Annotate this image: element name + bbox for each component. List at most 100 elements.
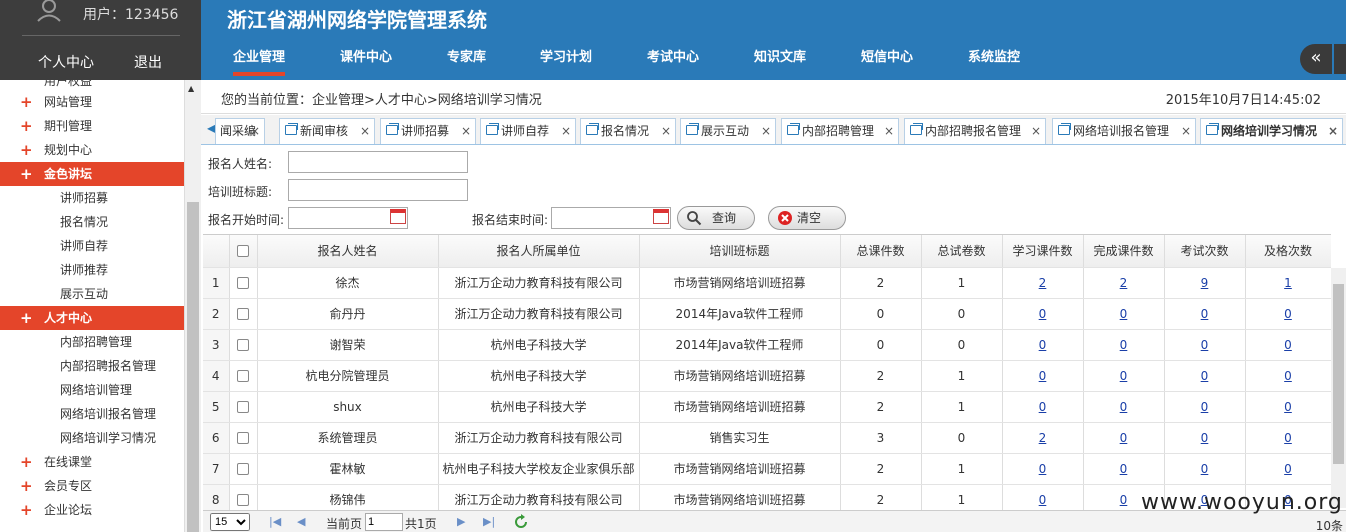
nav-knowledge[interactable]: 知识文库 (754, 46, 806, 76)
last-page-icon[interactable]: ▶| (483, 515, 495, 528)
cell-passed[interactable]: 1 (1245, 267, 1331, 299)
count-link[interactable]: 0 (1284, 400, 1292, 414)
tab-lecturer-self[interactable]: 讲师自荐 × (480, 118, 576, 144)
select-all-checkbox-cell[interactable] (229, 235, 258, 268)
row-checkbox[interactable] (237, 432, 249, 444)
count-link[interactable]: 0 (1120, 369, 1128, 383)
cell-completed[interactable]: 0 (1083, 391, 1165, 423)
first-page-icon[interactable]: |◀ (269, 515, 281, 528)
count-link[interactable]: 0 (1201, 369, 1209, 383)
collapse-button[interactable]: « (1300, 44, 1332, 74)
count-link[interactable]: 0 (1039, 307, 1047, 321)
grid-scrollbar[interactable] (1331, 268, 1346, 508)
count-link[interactable]: 0 (1284, 462, 1292, 476)
sidebar-subitem[interactable]: 内部招聘管理 (60, 330, 132, 354)
close-icon[interactable]: × (761, 119, 771, 143)
count-link[interactable]: 0 (1039, 462, 1047, 476)
row-checkbox-cell[interactable] (229, 422, 258, 454)
count-link[interactable]: 0 (1284, 338, 1292, 352)
count-link[interactable]: 0 (1201, 431, 1209, 445)
search-button[interactable]: 查询 (677, 206, 755, 230)
sidebar-subitem[interactable]: 报名情况 (60, 210, 108, 234)
scrollbar-thumb[interactable] (187, 202, 199, 532)
column-header[interactable]: 学习课件数 (1002, 235, 1084, 268)
cell-completed[interactable]: 0 (1083, 422, 1165, 454)
row-checkbox-cell[interactable] (229, 360, 258, 392)
cell-completed[interactable]: 0 (1083, 298, 1165, 330)
row-checkbox-cell[interactable] (229, 391, 258, 423)
tab-internal-recruit[interactable]: 内部招聘管理 × (781, 118, 899, 144)
cell-studied[interactable]: 0 (1002, 298, 1084, 330)
column-header[interactable]: 完成课件数 (1083, 235, 1165, 268)
column-header[interactable]: 总课件数 (840, 235, 922, 268)
row-checkbox[interactable] (237, 339, 249, 351)
select-all-checkbox[interactable] (237, 245, 249, 258)
name-input[interactable] (288, 151, 468, 173)
tab-signup-status[interactable]: 报名情况 × (580, 118, 676, 144)
nav-experts[interactable]: 专家库 (447, 46, 486, 76)
clear-button[interactable]: 清空 (768, 206, 846, 230)
sidebar-subitem[interactable]: 展示互动 (60, 282, 108, 306)
count-link[interactable]: 0 (1201, 400, 1209, 414)
row-checkbox[interactable] (237, 401, 249, 413)
row-checkbox[interactable] (237, 308, 249, 320)
sidebar-item-forum[interactable]: + 企业论坛 (0, 498, 184, 522)
close-icon[interactable]: × (884, 119, 894, 143)
next-page-icon[interactable]: ▶ (457, 515, 465, 528)
sidebar-subitem[interactable]: 讲师自荐 (60, 234, 108, 258)
page-size-select[interactable]: 15 (210, 513, 250, 531)
cell-passed[interactable]: 0 (1245, 329, 1331, 361)
calendar-icon[interactable] (390, 209, 406, 224)
tab-lecturer-recruit[interactable]: 讲师招募 × (380, 118, 476, 144)
cell-exams[interactable]: 0 (1164, 391, 1246, 423)
profile-link[interactable]: 个人中心 (38, 52, 94, 72)
sidebar-subitem[interactable]: 网络培训学习情况 (60, 426, 156, 450)
sidebar-subitem[interactable]: 内部招聘报名管理 (60, 354, 156, 378)
prev-page-icon[interactable]: ◀ (297, 515, 305, 528)
sidebar-item-golden-forum[interactable]: + 金色讲坛 (0, 162, 184, 186)
close-icon[interactable]: × (250, 119, 260, 143)
count-link[interactable]: 0 (1120, 400, 1128, 414)
close-icon[interactable]: × (1031, 119, 1041, 143)
row-checkbox-cell[interactable] (229, 484, 258, 510)
sidebar-item-member[interactable]: + 会员专区 (0, 474, 184, 498)
row-checkbox-cell[interactable] (229, 267, 258, 299)
sidebar-subitem[interactable]: 网络培训报名管理 (60, 402, 156, 426)
cell-exams[interactable]: 0 (1164, 453, 1246, 485)
count-link[interactable]: 0 (1284, 431, 1292, 445)
tab-training-study[interactable]: 网络培训学习情况 × (1200, 118, 1343, 144)
tab-training-signup[interactable]: 网络培训报名管理 × (1052, 118, 1196, 144)
cell-studied[interactable]: 0 (1002, 484, 1084, 510)
nav-monitor[interactable]: 系统监控 (968, 46, 1020, 76)
count-link[interactable]: 1 (1284, 276, 1292, 290)
table-row[interactable]: 2 俞丹丹 浙江万企动力教育科技有限公司 2014年Java软件工程师 0 0 0 0 0 0 (203, 298, 1331, 330)
table-row[interactable]: 3 谢智荣 杭州电子科技大学 2014年Java软件工程师 0 0 0 0 0 0 (203, 329, 1331, 361)
close-icon[interactable]: × (360, 119, 370, 143)
cell-studied[interactable]: 0 (1002, 329, 1084, 361)
table-row[interactable]: 6 系统管理员 浙江万企动力教育科技有限公司 销售实习生 3 0 2 0 0 0 (203, 422, 1331, 454)
column-header[interactable]: 培训班标题 (639, 235, 841, 268)
tab-internal-signup[interactable]: 内部招聘报名管理 × (904, 118, 1046, 144)
sidebar-subitem[interactable]: 网络培训管理 (60, 378, 132, 402)
nav-sms[interactable]: 短信中心 (861, 46, 913, 76)
table-row[interactable]: 7 霍林敏 杭州电子科技大学校友企业家俱乐部 市场营销网络培训班招募 2 1 0 0 0 0 (203, 453, 1331, 485)
sidebar-subitem[interactable]: 讲师招募 (60, 186, 108, 210)
class-input[interactable] (288, 179, 468, 201)
count-link[interactable]: 0 (1201, 338, 1209, 352)
nav-exam[interactable]: 考试中心 (647, 46, 699, 76)
cell-completed[interactable]: 2 (1083, 267, 1165, 299)
count-link[interactable]: 0 (1120, 338, 1128, 352)
count-link[interactable]: 0 (1284, 369, 1292, 383)
nav-courseware[interactable]: 课件中心 (340, 46, 392, 76)
cell-completed[interactable]: 0 (1083, 360, 1165, 392)
count-link[interactable]: 0 (1039, 493, 1047, 507)
refresh-icon[interactable] (513, 514, 529, 530)
calendar-icon[interactable] (653, 209, 669, 224)
close-icon[interactable]: × (661, 119, 671, 143)
sidebar-item-online-class[interactable]: + 在线课堂 (0, 450, 184, 474)
table-row[interactable]: 5 shux 杭州电子科技大学 市场营销网络培训班招募 2 1 0 0 0 0 (203, 391, 1331, 423)
close-icon[interactable]: × (1328, 119, 1338, 143)
sidebar-item-planning[interactable]: + 规划中心 (0, 138, 184, 162)
cell-exams[interactable]: 9 (1164, 267, 1246, 299)
nav-study-plan[interactable]: 学习计划 (540, 46, 592, 76)
